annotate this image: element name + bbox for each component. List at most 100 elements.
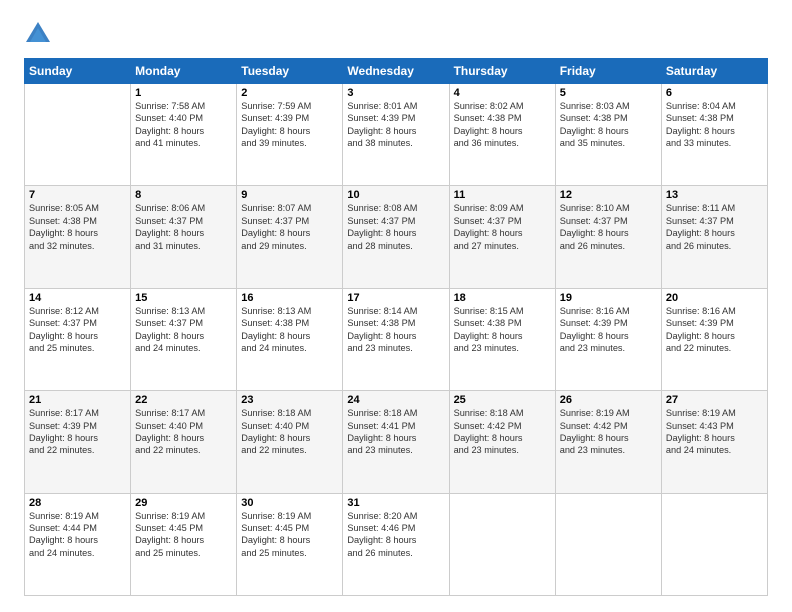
day-info: Sunrise: 8:09 AMSunset: 4:37 PMDaylight:…: [454, 202, 551, 252]
calendar-cell: [661, 493, 767, 595]
sunset-text: Sunset: 4:38 PM: [454, 113, 522, 123]
day-number: 22: [135, 394, 232, 406]
calendar-cell: 21Sunrise: 8:17 AMSunset: 4:39 PMDayligh…: [25, 391, 131, 493]
sunrise-text: Sunrise: 8:19 AM: [560, 408, 630, 418]
day-number: 15: [135, 292, 232, 304]
calendar-cell: 30Sunrise: 8:19 AMSunset: 4:45 PMDayligh…: [237, 493, 343, 595]
calendar-table: SundayMondayTuesdayWednesdayThursdayFrid…: [24, 58, 768, 596]
calendar-cell: 17Sunrise: 8:14 AMSunset: 4:38 PMDayligh…: [343, 288, 449, 390]
daylight-text-2: and 28 minutes.: [347, 241, 412, 251]
daylight-text: Daylight: 8 hours: [454, 228, 523, 238]
daylight-text: Daylight: 8 hours: [241, 433, 310, 443]
calendar-cell: 15Sunrise: 8:13 AMSunset: 4:37 PMDayligh…: [131, 288, 237, 390]
sunset-text: Sunset: 4:37 PM: [347, 216, 415, 226]
day-info: Sunrise: 8:05 AMSunset: 4:38 PMDaylight:…: [29, 202, 126, 252]
calendar-cell: 5Sunrise: 8:03 AMSunset: 4:38 PMDaylight…: [555, 84, 661, 186]
sunrise-text: Sunrise: 8:07 AM: [241, 203, 311, 213]
day-number: 23: [241, 394, 338, 406]
header: [24, 20, 768, 48]
daylight-text-2: and 29 minutes.: [241, 241, 306, 251]
page: SundayMondayTuesdayWednesdayThursdayFrid…: [0, 0, 792, 612]
day-number: 4: [454, 87, 551, 99]
daylight-text: Daylight: 8 hours: [347, 535, 416, 545]
calendar-cell: 14Sunrise: 8:12 AMSunset: 4:37 PMDayligh…: [25, 288, 131, 390]
daylight-text-2: and 22 minutes.: [29, 445, 94, 455]
day-number: 31: [347, 497, 444, 509]
sunrise-text: Sunrise: 8:12 AM: [29, 306, 99, 316]
calendar-cell: 10Sunrise: 8:08 AMSunset: 4:37 PMDayligh…: [343, 186, 449, 288]
day-info: Sunrise: 8:12 AMSunset: 4:37 PMDaylight:…: [29, 305, 126, 355]
sunset-text: Sunset: 4:39 PM: [560, 318, 628, 328]
daylight-text-2: and 23 minutes.: [454, 445, 519, 455]
calendar-header-monday: Monday: [131, 59, 237, 84]
sunrise-text: Sunrise: 8:13 AM: [241, 306, 311, 316]
day-number: 26: [560, 394, 657, 406]
daylight-text-2: and 31 minutes.: [135, 241, 200, 251]
daylight-text-2: and 33 minutes.: [666, 138, 731, 148]
day-info: Sunrise: 8:01 AMSunset: 4:39 PMDaylight:…: [347, 100, 444, 150]
daylight-text-2: and 24 minutes.: [135, 343, 200, 353]
sunset-text: Sunset: 4:39 PM: [29, 421, 97, 431]
daylight-text-2: and 25 minutes.: [135, 548, 200, 558]
calendar-cell: 27Sunrise: 8:19 AMSunset: 4:43 PMDayligh…: [661, 391, 767, 493]
day-number: 14: [29, 292, 126, 304]
daylight-text: Daylight: 8 hours: [666, 126, 735, 136]
day-number: 8: [135, 189, 232, 201]
day-number: 3: [347, 87, 444, 99]
daylight-text-2: and 23 minutes.: [454, 343, 519, 353]
day-info: Sunrise: 8:13 AMSunset: 4:37 PMDaylight:…: [135, 305, 232, 355]
sunrise-text: Sunrise: 8:18 AM: [454, 408, 524, 418]
day-info: Sunrise: 7:59 AMSunset: 4:39 PMDaylight:…: [241, 100, 338, 150]
calendar-cell: [555, 493, 661, 595]
day-number: 13: [666, 189, 763, 201]
calendar-cell: 11Sunrise: 8:09 AMSunset: 4:37 PMDayligh…: [449, 186, 555, 288]
daylight-text: Daylight: 8 hours: [454, 433, 523, 443]
daylight-text-2: and 26 minutes.: [347, 548, 412, 558]
day-info: Sunrise: 8:19 AMSunset: 4:45 PMDaylight:…: [135, 510, 232, 560]
day-info: Sunrise: 8:20 AMSunset: 4:46 PMDaylight:…: [347, 510, 444, 560]
day-info: Sunrise: 8:13 AMSunset: 4:38 PMDaylight:…: [241, 305, 338, 355]
daylight-text-2: and 23 minutes.: [560, 343, 625, 353]
calendar-cell: 29Sunrise: 8:19 AMSunset: 4:45 PMDayligh…: [131, 493, 237, 595]
sunset-text: Sunset: 4:37 PM: [666, 216, 734, 226]
daylight-text: Daylight: 8 hours: [29, 433, 98, 443]
day-info: Sunrise: 8:16 AMSunset: 4:39 PMDaylight:…: [666, 305, 763, 355]
daylight-text: Daylight: 8 hours: [241, 228, 310, 238]
sunrise-text: Sunrise: 8:18 AM: [241, 408, 311, 418]
calendar-week-2: 14Sunrise: 8:12 AMSunset: 4:37 PMDayligh…: [25, 288, 768, 390]
day-number: 9: [241, 189, 338, 201]
sunrise-text: Sunrise: 8:16 AM: [666, 306, 736, 316]
daylight-text: Daylight: 8 hours: [347, 433, 416, 443]
logo: [24, 20, 56, 48]
day-info: Sunrise: 8:06 AMSunset: 4:37 PMDaylight:…: [135, 202, 232, 252]
calendar-cell: 12Sunrise: 8:10 AMSunset: 4:37 PMDayligh…: [555, 186, 661, 288]
calendar-cell: [449, 493, 555, 595]
sunrise-text: Sunrise: 8:19 AM: [29, 511, 99, 521]
calendar-cell: 20Sunrise: 8:16 AMSunset: 4:39 PMDayligh…: [661, 288, 767, 390]
sunset-text: Sunset: 4:40 PM: [241, 421, 309, 431]
sunset-text: Sunset: 4:38 PM: [666, 113, 734, 123]
day-info: Sunrise: 8:02 AMSunset: 4:38 PMDaylight:…: [454, 100, 551, 150]
sunset-text: Sunset: 4:45 PM: [135, 523, 203, 533]
daylight-text-2: and 41 minutes.: [135, 138, 200, 148]
daylight-text: Daylight: 8 hours: [135, 228, 204, 238]
sunset-text: Sunset: 4:37 PM: [560, 216, 628, 226]
sunset-text: Sunset: 4:37 PM: [241, 216, 309, 226]
daylight-text-2: and 23 minutes.: [560, 445, 625, 455]
day-number: 12: [560, 189, 657, 201]
daylight-text-2: and 22 minutes.: [241, 445, 306, 455]
sunset-text: Sunset: 4:38 PM: [454, 318, 522, 328]
day-number: 29: [135, 497, 232, 509]
day-info: Sunrise: 8:10 AMSunset: 4:37 PMDaylight:…: [560, 202, 657, 252]
calendar-cell: 18Sunrise: 8:15 AMSunset: 4:38 PMDayligh…: [449, 288, 555, 390]
day-info: Sunrise: 8:18 AMSunset: 4:41 PMDaylight:…: [347, 407, 444, 457]
calendar-header-thursday: Thursday: [449, 59, 555, 84]
daylight-text: Daylight: 8 hours: [29, 228, 98, 238]
daylight-text-2: and 26 minutes.: [666, 241, 731, 251]
calendar-cell: [25, 84, 131, 186]
sunrise-text: Sunrise: 8:05 AM: [29, 203, 99, 213]
day-number: 5: [560, 87, 657, 99]
calendar-cell: 31Sunrise: 8:20 AMSunset: 4:46 PMDayligh…: [343, 493, 449, 595]
sunrise-text: Sunrise: 8:15 AM: [454, 306, 524, 316]
calendar-header-tuesday: Tuesday: [237, 59, 343, 84]
